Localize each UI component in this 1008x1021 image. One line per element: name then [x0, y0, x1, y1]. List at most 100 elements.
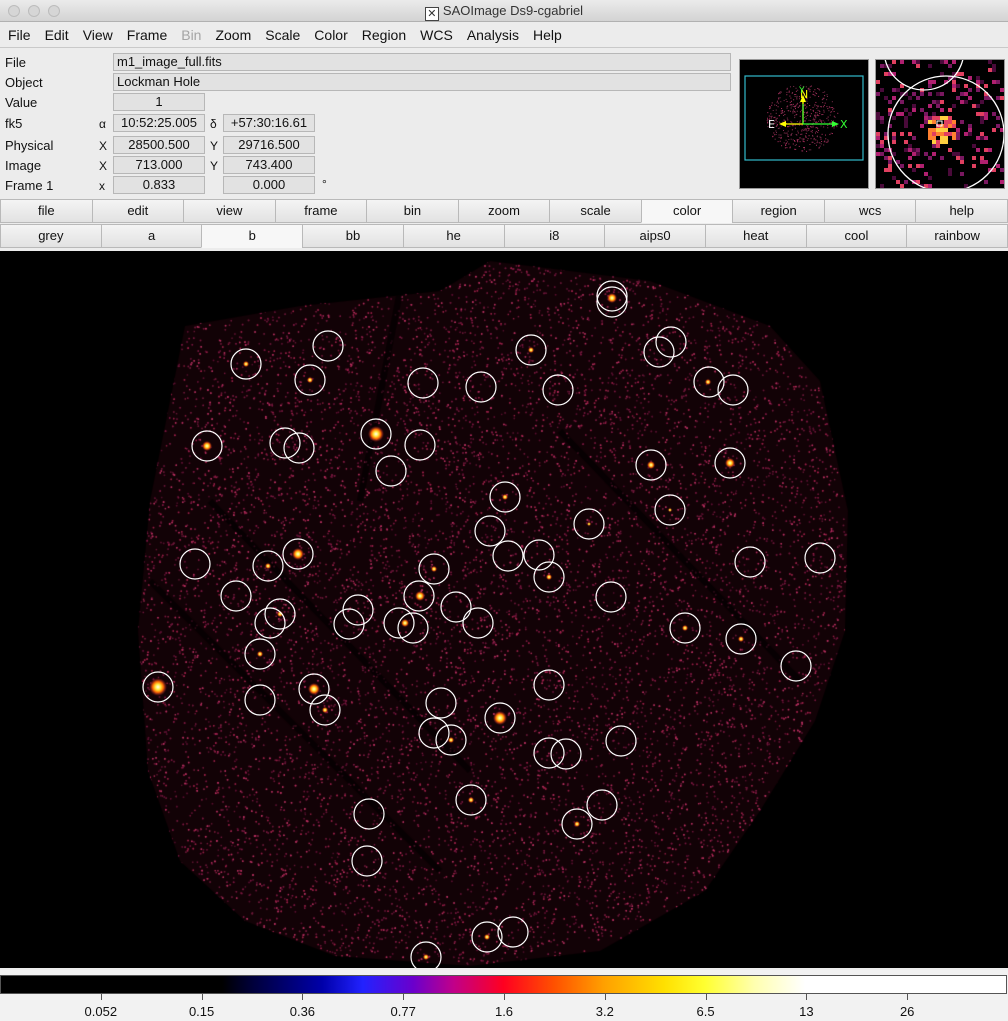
- colormap-a-button[interactable]: a: [100, 224, 202, 248]
- colormap-cool-button[interactable]: cool: [805, 224, 907, 248]
- buttonbar-help-button[interactable]: help: [915, 199, 1008, 223]
- colormap-grey-button[interactable]: grey: [0, 224, 101, 248]
- region-circle[interactable]: [425, 687, 457, 719]
- buttonbar-view-button[interactable]: view: [183, 199, 275, 223]
- region-circle[interactable]: [515, 334, 547, 366]
- panner-pixel: [789, 104, 791, 106]
- region-circle[interactable]: [605, 725, 637, 757]
- menu-view[interactable]: View: [83, 27, 113, 43]
- region-circle[interactable]: [595, 581, 627, 613]
- colormap-i8-button[interactable]: i8: [503, 224, 605, 248]
- region-circle[interactable]: [410, 941, 442, 968]
- region-circle[interactable]: [780, 650, 812, 682]
- region-circle[interactable]: [489, 481, 521, 513]
- region-circle[interactable]: [533, 669, 565, 701]
- region-circle[interactable]: [252, 550, 284, 582]
- region-circle[interactable]: [465, 371, 497, 403]
- region-circle[interactable]: [142, 671, 174, 703]
- magnifier-pixel: [916, 64, 920, 68]
- buttonbar-bin-button[interactable]: bin: [366, 199, 458, 223]
- region-circle[interactable]: [734, 546, 766, 578]
- region-circle[interactable]: [440, 591, 472, 623]
- region-circle[interactable]: [351, 845, 383, 877]
- magnifier-pixel: [940, 60, 944, 64]
- region-circle[interactable]: [191, 430, 223, 462]
- menu-help[interactable]: Help: [533, 27, 562, 43]
- colormap-he-button[interactable]: he: [402, 224, 504, 248]
- colormap-bb-button[interactable]: bb: [302, 224, 403, 248]
- colormap-aips0-button[interactable]: aips0: [604, 224, 705, 248]
- region-circle[interactable]: [375, 455, 407, 487]
- region-circle[interactable]: [403, 580, 435, 612]
- region-circle[interactable]: [492, 540, 524, 572]
- region-circle[interactable]: [655, 326, 687, 358]
- menu-file[interactable]: File: [8, 27, 31, 43]
- region-circle[interactable]: [542, 374, 574, 406]
- menu-wcs[interactable]: WCS: [420, 27, 453, 43]
- region-circle[interactable]: [561, 808, 593, 840]
- region-circle[interactable]: [714, 447, 746, 479]
- region-circle[interactable]: [244, 638, 276, 670]
- region-circle[interactable]: [596, 280, 628, 312]
- region-circle[interactable]: [804, 542, 836, 574]
- buttonbar-edit-button[interactable]: edit: [91, 199, 184, 223]
- buttonbar-file-button[interactable]: file: [0, 199, 92, 223]
- region-circle[interactable]: [282, 538, 314, 570]
- region-circle[interactable]: [230, 348, 262, 380]
- region-circle[interactable]: [407, 367, 439, 399]
- region-circle[interactable]: [179, 548, 211, 580]
- buttonbar-frame-button[interactable]: frame: [274, 199, 367, 223]
- menu-edit[interactable]: Edit: [45, 27, 69, 43]
- region-circle[interactable]: [360, 418, 392, 450]
- region-circle[interactable]: [474, 515, 506, 547]
- menu-zoom[interactable]: Zoom: [215, 27, 251, 43]
- region-circle[interactable]: [353, 798, 385, 830]
- colorbar[interactable]: [0, 975, 1007, 994]
- buttonbar-region-button[interactable]: region: [732, 199, 824, 223]
- region-circle[interactable]: [654, 494, 686, 526]
- region-circle[interactable]: [455, 784, 487, 816]
- buttonbar-zoom-button[interactable]: zoom: [457, 199, 550, 223]
- region-circle[interactable]: [294, 364, 326, 396]
- region-circle[interactable]: [220, 580, 252, 612]
- region-circle[interactable]: [643, 336, 675, 368]
- region-circle[interactable]: [244, 684, 276, 716]
- region-circle[interactable]: [462, 607, 494, 639]
- menu-frame[interactable]: Frame: [127, 27, 167, 43]
- region-circle[interactable]: [725, 623, 757, 655]
- region-circle[interactable]: [471, 921, 503, 953]
- region-circle[interactable]: [497, 916, 529, 948]
- region-circle[interactable]: [573, 508, 605, 540]
- menu-color[interactable]: Color: [314, 27, 347, 43]
- buttonbar-wcs-button[interactable]: wcs: [823, 199, 916, 223]
- region-circle[interactable]: [596, 286, 628, 318]
- region-circle[interactable]: [669, 612, 701, 644]
- region-circle[interactable]: [635, 449, 667, 481]
- region-circle[interactable]: [333, 608, 365, 640]
- region-circle[interactable]: [435, 724, 467, 756]
- region-circle[interactable]: [312, 330, 344, 362]
- buttonbar-color-button[interactable]: color: [640, 199, 733, 223]
- region-circle[interactable]: [264, 598, 296, 630]
- region-circle[interactable]: [418, 553, 450, 585]
- region-circle[interactable]: [418, 717, 450, 749]
- region-circle[interactable]: [586, 789, 618, 821]
- region-circle[interactable]: [533, 737, 565, 769]
- region-circle[interactable]: [342, 594, 374, 626]
- region-circle[interactable]: [550, 738, 582, 770]
- region-circle[interactable]: [717, 374, 749, 406]
- colormap-b-button[interactable]: b: [201, 224, 303, 248]
- region-circle[interactable]: [484, 702, 516, 734]
- colormap-rainbow-button[interactable]: rainbow: [906, 224, 1008, 248]
- magnifier-view: [876, 60, 1004, 188]
- menu-analysis[interactable]: Analysis: [467, 27, 519, 43]
- region-circle[interactable]: [693, 366, 725, 398]
- region-circle[interactable]: [404, 429, 436, 461]
- region-circle[interactable]: [254, 607, 286, 639]
- colormap-heat-button[interactable]: heat: [704, 224, 806, 248]
- menu-scale[interactable]: Scale: [265, 27, 300, 43]
- image-canvas[interactable]: [0, 251, 1008, 968]
- panner[interactable]: N E X Y: [739, 59, 869, 189]
- menu-region[interactable]: Region: [362, 27, 406, 43]
- buttonbar-scale-button[interactable]: scale: [549, 199, 641, 223]
